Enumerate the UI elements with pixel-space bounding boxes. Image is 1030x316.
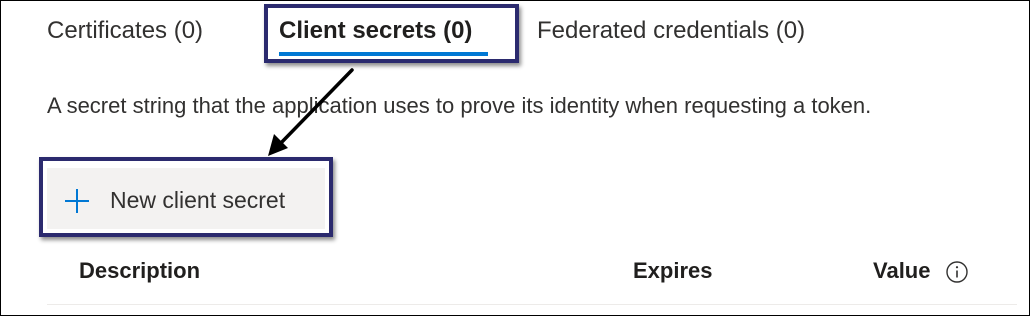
section-description: A secret string that the application use…	[47, 93, 872, 118]
tab-client-secrets[interactable]: Client secrets (0)	[279, 16, 472, 46]
active-tab-indicator	[279, 52, 488, 56]
column-header-value[interactable]: Value	[873, 257, 930, 285]
info-icon[interactable]	[945, 260, 969, 284]
new-client-secret-button[interactable]: New client secret	[47, 168, 325, 229]
column-header-description[interactable]: Description	[79, 257, 200, 285]
plus-icon	[65, 189, 89, 213]
new-client-secret-label: New client secret	[110, 187, 286, 213]
table-header-divider	[47, 304, 1017, 305]
tab-certificates[interactable]: Certificates (0)	[47, 16, 203, 46]
tab-federated-credentials[interactable]: Federated credentials (0)	[537, 16, 805, 46]
column-header-expires[interactable]: Expires	[633, 257, 713, 285]
